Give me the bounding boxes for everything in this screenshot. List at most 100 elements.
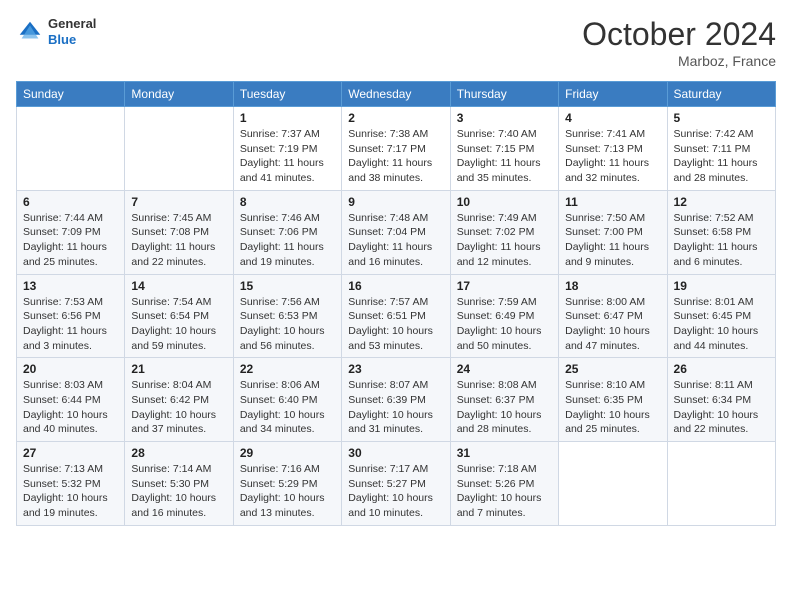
calendar-week-row: 20Sunrise: 8:03 AM Sunset: 6:44 PM Dayli… xyxy=(17,358,776,442)
logo-icon xyxy=(16,18,44,46)
calendar-cell: 31 Sunrise: 7:18 AM Sunset: 5:26 PM Dayli… xyxy=(450,442,558,526)
calendar-cell: 12 Sunrise: 7:52 AM Sunset: 6:58 PM Dayli… xyxy=(667,190,775,274)
day-number: 31 xyxy=(457,446,552,460)
day-info: Sunrise: 7:45 AM Sunset: 7:08 PM Dayligh… xyxy=(131,211,226,270)
calendar-cell: 19 Sunrise: 8:01 AM Sunset: 6:45 PM Dayli… xyxy=(667,274,775,358)
day-info: Sunrise: 7:40 AM Sunset: 7:15 PM Dayligh… xyxy=(457,127,552,186)
day-number: 9 xyxy=(348,195,443,209)
weekday-header: Monday xyxy=(125,82,233,107)
day-number: 30 xyxy=(348,446,443,460)
day-number: 6 xyxy=(23,195,118,209)
day-info: Sunrise: 8:07 AM Sunset: 6:39 PM Dayligh… xyxy=(348,378,443,437)
day-info: Sunrise: 7:50 AM Sunset: 7:00 PM Dayligh… xyxy=(565,211,660,270)
logo-general: General xyxy=(48,16,96,32)
weekday-header: Saturday xyxy=(667,82,775,107)
day-number: 13 xyxy=(23,279,118,293)
calendar-cell: 27 Sunrise: 7:13 AM Sunset: 5:32 PM Dayli… xyxy=(17,442,125,526)
day-info: Sunrise: 7:48 AM Sunset: 7:04 PM Dayligh… xyxy=(348,211,443,270)
day-number: 2 xyxy=(348,111,443,125)
day-info: Sunrise: 8:08 AM Sunset: 6:37 PM Dayligh… xyxy=(457,378,552,437)
calendar-cell: 2 Sunrise: 7:38 AM Sunset: 7:17 PM Daylig… xyxy=(342,107,450,191)
day-info: Sunrise: 8:04 AM Sunset: 6:42 PM Dayligh… xyxy=(131,378,226,437)
month-title: October 2024 xyxy=(582,16,776,53)
location: Marboz, France xyxy=(582,53,776,69)
calendar-cell: 3Sunrise: 7:40 AM Sunset: 7:15 PM Daylig… xyxy=(450,107,558,191)
calendar-cell: 24Sunrise: 8:08 AM Sunset: 6:37 PM Dayli… xyxy=(450,358,558,442)
day-number: 19 xyxy=(674,279,769,293)
day-number: 26 xyxy=(674,362,769,376)
day-info: Sunrise: 7:14 AM Sunset: 5:30 PM Dayligh… xyxy=(131,462,226,521)
calendar-cell: 1 Sunrise: 7:37 AM Sunset: 7:19 PM Daylig… xyxy=(233,107,341,191)
day-number: 15 xyxy=(240,279,335,293)
day-info: Sunrise: 7:38 AM Sunset: 7:17 PM Dayligh… xyxy=(348,127,443,186)
page-header: General Blue October 2024 Marboz, France xyxy=(16,16,776,69)
calendar-cell xyxy=(125,107,233,191)
calendar-table: SundayMondayTuesdayWednesdayThursdayFrid… xyxy=(16,81,776,526)
calendar-cell xyxy=(559,442,667,526)
day-info: Sunrise: 7:56 AM Sunset: 6:53 PM Dayligh… xyxy=(240,295,335,354)
day-info: Sunrise: 7:46 AM Sunset: 7:06 PM Dayligh… xyxy=(240,211,335,270)
calendar-week-row: 13Sunrise: 7:53 AM Sunset: 6:56 PM Dayli… xyxy=(17,274,776,358)
day-number: 12 xyxy=(674,195,769,209)
day-info: Sunrise: 7:37 AM Sunset: 7:19 PM Dayligh… xyxy=(240,127,335,186)
day-number: 7 xyxy=(131,195,226,209)
calendar-cell: 30 Sunrise: 7:17 AM Sunset: 5:27 PM Dayli… xyxy=(342,442,450,526)
calendar-cell: 18 Sunrise: 8:00 AM Sunset: 6:47 PM Dayli… xyxy=(559,274,667,358)
calendar-cell: 20Sunrise: 8:03 AM Sunset: 6:44 PM Dayli… xyxy=(17,358,125,442)
day-number: 14 xyxy=(131,279,226,293)
calendar-cell: 23 Sunrise: 8:07 AM Sunset: 6:39 PM Dayli… xyxy=(342,358,450,442)
calendar-cell xyxy=(667,442,775,526)
day-info: Sunrise: 8:10 AM Sunset: 6:35 PM Dayligh… xyxy=(565,378,660,437)
calendar-cell: 25 Sunrise: 8:10 AM Sunset: 6:35 PM Dayli… xyxy=(559,358,667,442)
calendar-cell: 5Sunrise: 7:42 AM Sunset: 7:11 PM Daylig… xyxy=(667,107,775,191)
day-number: 17 xyxy=(457,279,552,293)
day-info: Sunrise: 8:00 AM Sunset: 6:47 PM Dayligh… xyxy=(565,295,660,354)
day-info: Sunrise: 7:18 AM Sunset: 5:26 PM Dayligh… xyxy=(457,462,552,521)
day-number: 29 xyxy=(240,446,335,460)
day-number: 22 xyxy=(240,362,335,376)
day-number: 16 xyxy=(348,279,443,293)
day-number: 27 xyxy=(23,446,118,460)
calendar-cell: 15 Sunrise: 7:56 AM Sunset: 6:53 PM Dayli… xyxy=(233,274,341,358)
calendar-cell: 7 Sunrise: 7:45 AM Sunset: 7:08 PM Daylig… xyxy=(125,190,233,274)
day-number: 4 xyxy=(565,111,660,125)
day-number: 25 xyxy=(565,362,660,376)
weekday-header: Tuesday xyxy=(233,82,341,107)
day-info: Sunrise: 7:52 AM Sunset: 6:58 PM Dayligh… xyxy=(674,211,769,270)
calendar-cell: 13Sunrise: 7:53 AM Sunset: 6:56 PM Dayli… xyxy=(17,274,125,358)
calendar-cell: 8 Sunrise: 7:46 AM Sunset: 7:06 PM Daylig… xyxy=(233,190,341,274)
calendar-week-row: 1 Sunrise: 7:37 AM Sunset: 7:19 PM Daylig… xyxy=(17,107,776,191)
day-info: Sunrise: 7:16 AM Sunset: 5:29 PM Dayligh… xyxy=(240,462,335,521)
day-number: 5 xyxy=(674,111,769,125)
calendar-cell: 6Sunrise: 7:44 AM Sunset: 7:09 PM Daylig… xyxy=(17,190,125,274)
weekday-header-row: SundayMondayTuesdayWednesdayThursdayFrid… xyxy=(17,82,776,107)
calendar-cell: 22 Sunrise: 8:06 AM Sunset: 6:40 PM Dayli… xyxy=(233,358,341,442)
day-number: 28 xyxy=(131,446,226,460)
day-info: Sunrise: 7:59 AM Sunset: 6:49 PM Dayligh… xyxy=(457,295,552,354)
day-info: Sunrise: 7:49 AM Sunset: 7:02 PM Dayligh… xyxy=(457,211,552,270)
day-info: Sunrise: 7:13 AM Sunset: 5:32 PM Dayligh… xyxy=(23,462,118,521)
logo-text: General Blue xyxy=(48,16,96,47)
day-number: 18 xyxy=(565,279,660,293)
calendar-cell: 29 Sunrise: 7:16 AM Sunset: 5:29 PM Dayli… xyxy=(233,442,341,526)
day-number: 21 xyxy=(131,362,226,376)
day-number: 1 xyxy=(240,111,335,125)
day-number: 10 xyxy=(457,195,552,209)
day-info: Sunrise: 8:01 AM Sunset: 6:45 PM Dayligh… xyxy=(674,295,769,354)
day-info: Sunrise: 8:11 AM Sunset: 6:34 PM Dayligh… xyxy=(674,378,769,437)
weekday-header: Wednesday xyxy=(342,82,450,107)
day-info: Sunrise: 7:17 AM Sunset: 5:27 PM Dayligh… xyxy=(348,462,443,521)
calendar-cell: 26 Sunrise: 8:11 AM Sunset: 6:34 PM Dayli… xyxy=(667,358,775,442)
day-number: 8 xyxy=(240,195,335,209)
day-number: 23 xyxy=(348,362,443,376)
calendar-cell: 21 Sunrise: 8:04 AM Sunset: 6:42 PM Dayli… xyxy=(125,358,233,442)
calendar-cell: 9 Sunrise: 7:48 AM Sunset: 7:04 PM Daylig… xyxy=(342,190,450,274)
calendar-cell: 17 Sunrise: 7:59 AM Sunset: 6:49 PM Dayli… xyxy=(450,274,558,358)
weekday-header: Friday xyxy=(559,82,667,107)
day-info: Sunrise: 7:57 AM Sunset: 6:51 PM Dayligh… xyxy=(348,295,443,354)
calendar-cell: 14 Sunrise: 7:54 AM Sunset: 6:54 PM Dayli… xyxy=(125,274,233,358)
weekday-header: Thursday xyxy=(450,82,558,107)
day-info: Sunrise: 8:06 AM Sunset: 6:40 PM Dayligh… xyxy=(240,378,335,437)
day-info: Sunrise: 8:03 AM Sunset: 6:44 PM Dayligh… xyxy=(23,378,118,437)
day-info: Sunrise: 7:54 AM Sunset: 6:54 PM Dayligh… xyxy=(131,295,226,354)
